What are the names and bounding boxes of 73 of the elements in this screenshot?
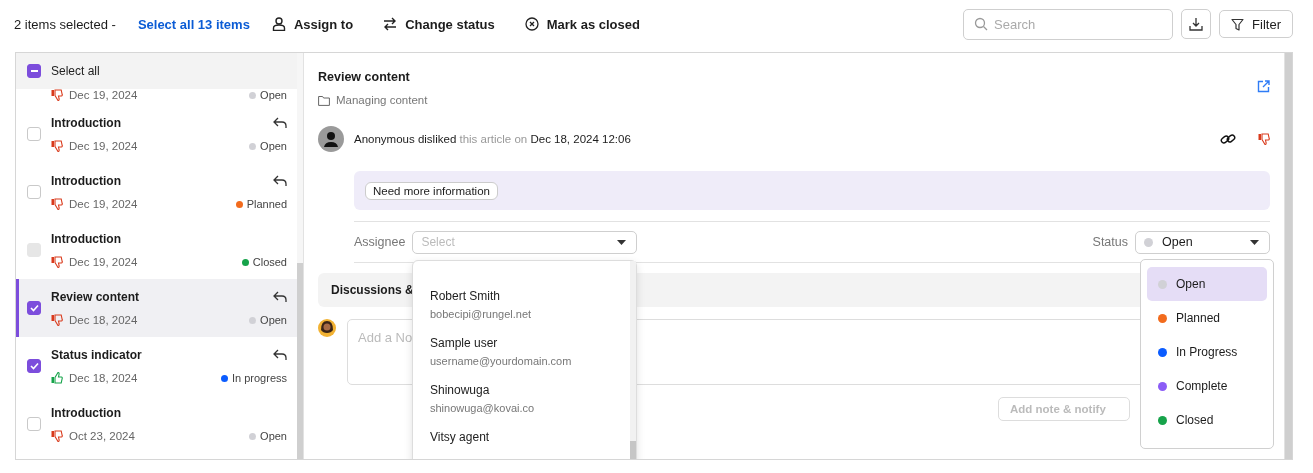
- toolbar-button[interactable]: Mark as closed: [524, 16, 640, 32]
- scrollbar-thumb[interactable]: [1285, 53, 1292, 459]
- scrollbar-thumb[interactable]: [297, 263, 303, 459]
- thumbs-down-icon: [1258, 133, 1270, 145]
- item-title: Status indicator: [51, 348, 142, 362]
- status-label: Planned: [246, 198, 287, 210]
- checkbox[interactable]: [27, 127, 41, 141]
- avatar-icon: [318, 126, 344, 152]
- item-date: Dec 18, 2024: [69, 314, 138, 326]
- toolbar-button[interactable]: Change status: [383, 16, 495, 32]
- status-value: Open: [1162, 235, 1193, 249]
- close-circle-icon: [524, 17, 539, 31]
- avatar-icon: [318, 319, 336, 337]
- checkbox[interactable]: [27, 185, 41, 199]
- assignee-option[interactable]: Shinowuga shinowuga@kovai.co: [430, 383, 616, 414]
- select-placeholder: Select: [421, 235, 455, 249]
- status-option[interactable]: Closed: [1147, 403, 1267, 437]
- swap-arrows-icon: [383, 17, 398, 31]
- filter-button[interactable]: Filter: [1219, 10, 1293, 38]
- item-date: Dec 19, 2024: [69, 198, 138, 210]
- status-label: In progress: [231, 372, 287, 384]
- checkbox[interactable]: [27, 417, 41, 431]
- filter-icon: [1231, 17, 1245, 31]
- link-icon[interactable]: [1220, 132, 1236, 146]
- item-date: Dec 19, 2024: [69, 140, 138, 152]
- status-label: Open: [260, 89, 287, 101]
- list-item[interactable]: Introduction Dec 19, 2024 Planned: [16, 163, 297, 221]
- item-date: Oct 23, 2024: [69, 430, 135, 442]
- status-label: Open: [260, 430, 287, 442]
- select-all-label: Select all: [51, 64, 100, 78]
- list-item[interactable]: Introduction Dec 19, 2024 Open: [16, 105, 297, 163]
- download-icon: [1189, 17, 1204, 31]
- list-item[interactable]: Introduction Oct 23, 2024 Open: [16, 395, 297, 453]
- external-link-icon[interactable]: [1257, 80, 1270, 93]
- activity-text: Anonymous disliked this article on Dec 18, 2024 12:06: [354, 133, 631, 145]
- item-title: Review content: [51, 290, 140, 304]
- folder-icon: [318, 94, 330, 106]
- selection-count: 2 items selected -: [14, 16, 116, 32]
- check-icon: [29, 304, 39, 312]
- assignee-option[interactable]: Vitsy agent: [430, 430, 616, 444]
- list-item[interactable]: Status indicator Dec 18, 2024 In progress: [16, 337, 297, 395]
- caret-icon: [1250, 239, 1259, 245]
- item-date: Dec 18, 2024: [69, 372, 138, 384]
- item-title: Introduction: [51, 232, 121, 246]
- search-field[interactable]: Search: [963, 8, 1174, 40]
- select-all-checkbox[interactable]: [27, 64, 41, 78]
- assignee-label: Assignee: [354, 235, 406, 249]
- assignee-option[interactable]: Sample user username@yourdomain.com: [430, 336, 616, 367]
- checkbox[interactable]: [27, 301, 41, 315]
- item-date: Dec 19, 2024: [69, 89, 138, 101]
- checkbox[interactable]: [27, 359, 41, 373]
- select-all-link[interactable]: Select all 13 items: [137, 16, 250, 32]
- download-button[interactable]: [1181, 9, 1212, 39]
- status-select[interactable]: Open: [1135, 230, 1270, 254]
- list-item[interactable]: Review content Dec 18, 2024 Open: [16, 279, 297, 337]
- status-label: Closed: [252, 256, 287, 268]
- toolbar-button[interactable]: Assign to: [271, 16, 354, 32]
- category-label: Managing content: [336, 94, 428, 106]
- person-icon: [271, 17, 286, 31]
- feedback-tag: Need more information: [365, 181, 498, 200]
- status-label: Open: [260, 314, 287, 326]
- item-title: Introduction: [51, 116, 121, 130]
- article-title: Review content: [318, 70, 411, 84]
- status-option[interactable]: Open: [1147, 267, 1267, 301]
- item-date: Dec 19, 2024: [69, 256, 138, 268]
- search-icon: [974, 16, 989, 31]
- item-title: Introduction: [51, 174, 121, 188]
- status-label: Open: [260, 140, 287, 152]
- item-title: Introduction: [51, 406, 121, 420]
- status-option[interactable]: In Progress: [1147, 335, 1267, 369]
- check-icon: [29, 362, 39, 370]
- caret-icon: [617, 239, 627, 245]
- status-label: Status: [1092, 235, 1128, 249]
